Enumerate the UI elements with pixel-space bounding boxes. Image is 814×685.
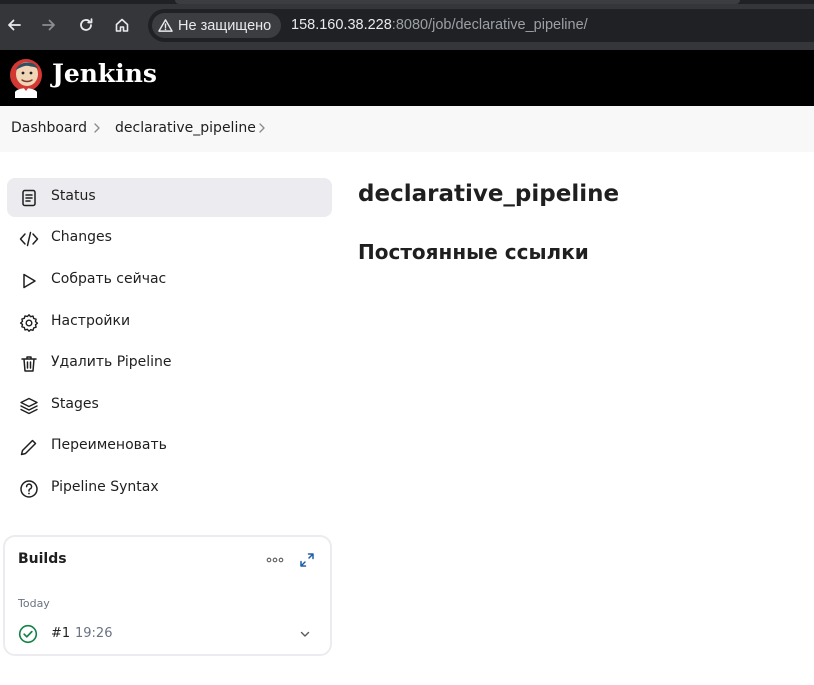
sidebar-item-stages[interactable]: Stages [7, 386, 332, 425]
sidebar-item-changes[interactable]: Changes [7, 219, 332, 258]
page-title: declarative_pipeline [358, 181, 620, 207]
arrow-left-icon [8, 19, 21, 31]
active-tab[interactable] [175, 0, 740, 4]
app-title[interactable]: Jenkins [52, 59, 157, 88]
jenkins-header: Jenkins [0, 50, 814, 106]
more-icon[interactable] [264, 550, 286, 570]
sidebar-item-label: Собрать сейчас [51, 271, 167, 287]
sidebar-item-configure[interactable]: Настройки [7, 303, 332, 342]
expand-icon[interactable] [298, 551, 316, 569]
forward-button[interactable] [36, 12, 62, 38]
code-icon [18, 228, 40, 250]
back-button[interactable] [1, 12, 27, 38]
security-label: Не защищено [178, 17, 272, 34]
tab-strip [0, 0, 814, 4]
sidebar-item-label: Настройки [51, 313, 131, 329]
security-chip[interactable]: Не защищено [152, 13, 282, 38]
document-icon [18, 187, 40, 209]
chevron-down-icon[interactable] [298, 627, 312, 641]
layers-icon [18, 395, 40, 417]
build-number[interactable]: #1 [51, 626, 70, 641]
sidebar-item-build-now[interactable]: Собрать сейчас [7, 261, 332, 300]
gear-icon [18, 312, 40, 334]
sidebar-item-label: Stages [51, 396, 99, 412]
sidebar-item-status[interactable]: Status [7, 178, 332, 217]
reload-icon [80, 18, 93, 31]
sidebar-item-label: Переименовать [51, 437, 167, 453]
home-icon [115, 18, 129, 32]
breadcrumb: Dashboard declarative_pipeline [0, 106, 814, 152]
home-button[interactable] [109, 12, 135, 38]
pencil-icon [18, 436, 40, 458]
chevron-right-icon [94, 123, 100, 133]
build-row[interactable]: #1 19:26 [9, 620, 326, 648]
sidebar-item-label: Pipeline Syntax [51, 479, 159, 495]
reload-button[interactable] [73, 12, 99, 38]
builds-card: Builds Today #1 19:26 [3, 535, 332, 656]
breadcrumb-dashboard[interactable]: Dashboard [11, 120, 87, 136]
success-check-icon [18, 624, 38, 644]
permalinks-heading: Постоянные ссылки [358, 240, 589, 264]
sidebar-item-delete-pipeline[interactable]: Удалить Pipeline [7, 344, 332, 383]
chevron-right-icon[interactable] [256, 122, 268, 134]
builds-group-label: Today [18, 597, 50, 610]
play-icon [18, 270, 40, 292]
arrow-right-icon [42, 19, 55, 31]
address-bar[interactable]: Не защищено 158.160.38.228:8080/job/decl… [148, 9, 814, 42]
url-path: :8080/job/declarative_pipeline/ [391, 17, 588, 33]
jenkins-logo-icon[interactable] [8, 56, 44, 98]
sidebar-item-label: Status [51, 188, 96, 204]
sidebar-item-label: Удалить Pipeline [51, 354, 172, 370]
warning-icon [158, 19, 173, 32]
sidebar-item-pipeline-syntax[interactable]: Pipeline Syntax [7, 469, 332, 508]
breadcrumb-job[interactable]: declarative_pipeline [115, 120, 256, 136]
builds-title: Builds [18, 551, 67, 567]
build-time: 19:26 [75, 626, 113, 641]
trash-icon [18, 353, 40, 375]
url-host: 158.160.38.228 [291, 17, 392, 33]
help-icon [18, 478, 40, 500]
sidebar-item-label: Changes [51, 229, 112, 245]
browser-toolbar: Не защищено 158.160.38.228:8080/job/decl… [0, 0, 814, 50]
url-text[interactable]: 158.160.38.228:8080/job/declarative_pipe… [291, 17, 588, 33]
sidebar-item-rename[interactable]: Переименовать [7, 427, 332, 466]
